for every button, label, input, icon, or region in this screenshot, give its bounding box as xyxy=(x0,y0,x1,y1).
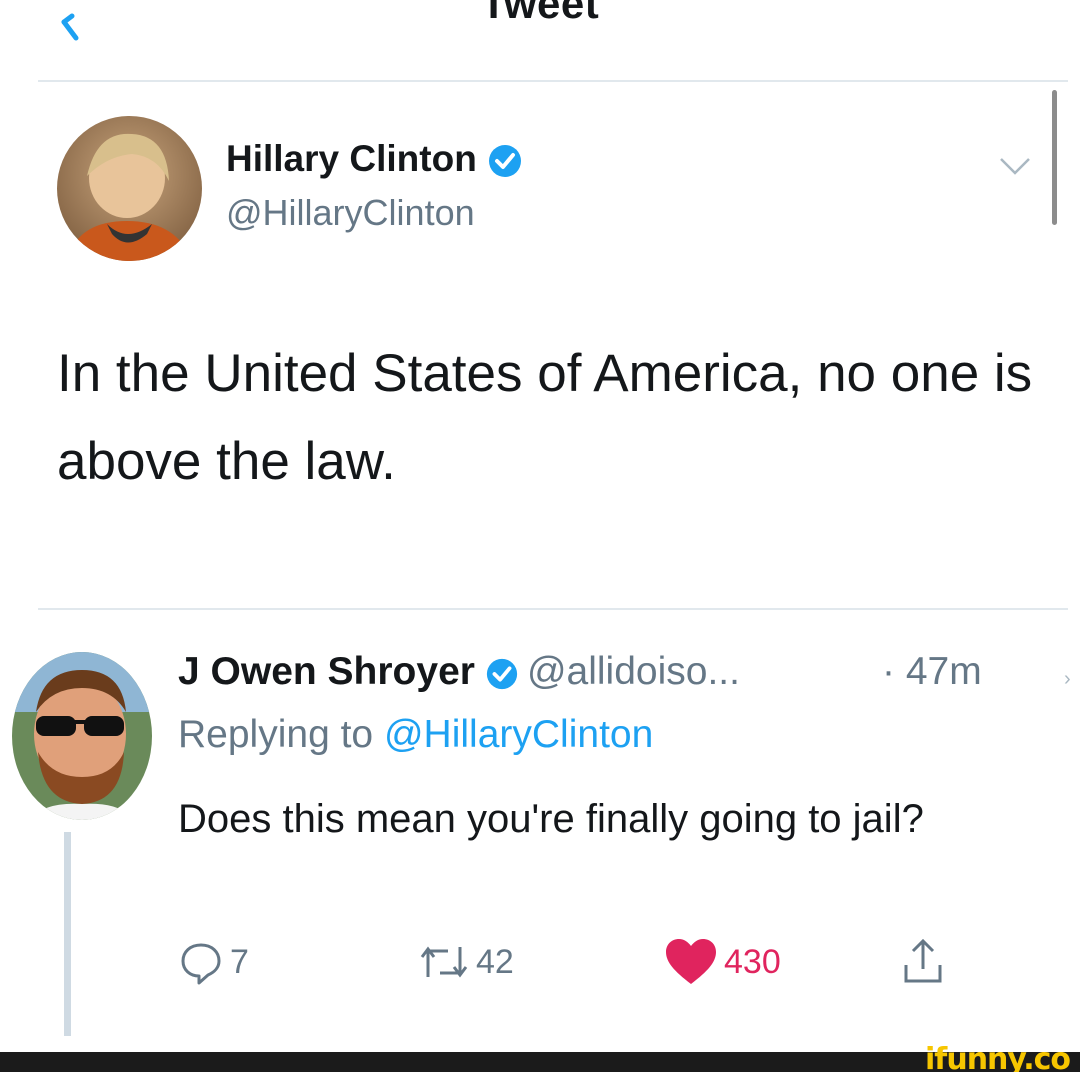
reply-timestamp: · 47m xyxy=(882,650,982,693)
verified-badge-icon xyxy=(486,658,518,689)
share-button[interactable] xyxy=(900,932,946,992)
footer-bar xyxy=(0,1052,1080,1072)
reply-author-handle[interactable]: @allidoiso... xyxy=(527,650,740,693)
tweet-text: In the United States of America, no one … xyxy=(57,344,1033,491)
retweet-button[interactable]: 42 xyxy=(418,932,514,992)
tweet-divider xyxy=(38,608,1068,610)
replying-to-link[interactable]: @HillaryClinton xyxy=(384,713,653,756)
scrollbar[interactable] xyxy=(1052,90,1057,225)
heart-icon xyxy=(666,939,716,984)
reply-text: Does this mean you're finally going to j… xyxy=(178,797,924,841)
reply-count: 7 xyxy=(230,942,249,981)
replying-to: Replying to @HillaryClinton xyxy=(178,713,654,756)
chevron-down-icon xyxy=(1000,158,1030,175)
author-avatar[interactable] xyxy=(57,116,202,261)
reply-author-row: J Owen Shroyer @allidoiso... xyxy=(178,650,740,694)
thread-line xyxy=(64,832,71,1036)
author-name[interactable]: Hillary Clinton xyxy=(226,138,523,180)
like-count: 430 xyxy=(724,942,781,981)
more-options-button[interactable] xyxy=(998,155,1032,177)
top-nav-bar: Tweet xyxy=(0,0,1080,82)
reply-more-icon[interactable]: › xyxy=(1064,668,1071,691)
reply-author-name[interactable]: J Owen Shroyer xyxy=(178,650,475,693)
watermark-logo: ifunny.co xyxy=(925,1042,1071,1072)
author-handle[interactable]: @HillaryClinton xyxy=(226,192,475,234)
header-divider xyxy=(38,80,1068,82)
page-title: Tweet xyxy=(480,0,600,27)
verified-badge-icon xyxy=(488,145,521,178)
reply-author-avatar[interactable] xyxy=(12,652,152,820)
retweet-count: 42 xyxy=(476,942,514,981)
tweet-detail-screen: Tweet Hillary Clinton @HillaryClinton In… xyxy=(0,0,1080,1072)
reply-action-bar: 7 42 430 xyxy=(178,932,1038,992)
like-button[interactable]: 430 xyxy=(664,932,781,992)
retweet-icon xyxy=(420,946,468,978)
reply-button[interactable]: 7 xyxy=(178,932,249,992)
comment-icon xyxy=(181,943,221,985)
share-icon xyxy=(904,938,942,983)
